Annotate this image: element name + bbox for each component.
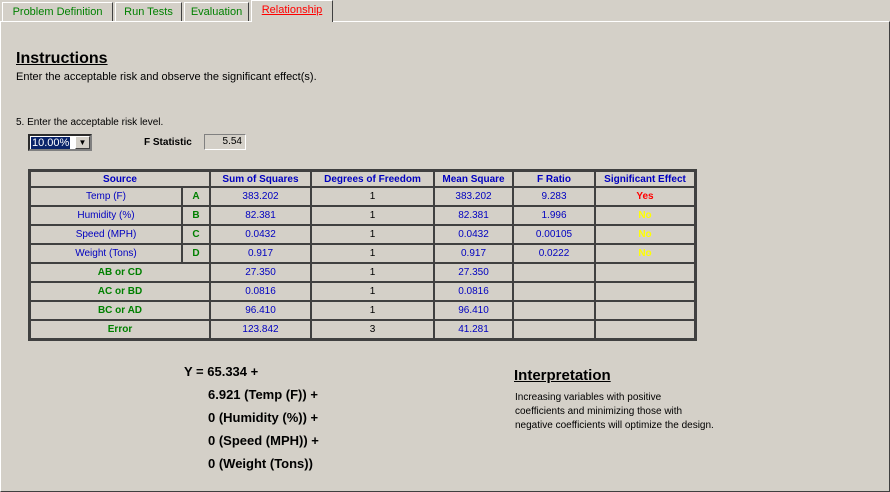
- row-f-ratio: 0.0222: [513, 244, 595, 263]
- row-df: 1: [311, 225, 434, 244]
- interpretation-text: Increasing variables with positive coeff…: [515, 391, 755, 433]
- tab-relationship[interactable]: Relationship: [251, 0, 333, 22]
- interpretation-line: coefficients and minimizing those with: [515, 406, 683, 417]
- risk-step-label: 5. Enter the acceptable risk level.: [16, 117, 164, 128]
- f-statistic-value: 5.54: [204, 134, 246, 150]
- row-df: 3: [311, 320, 434, 339]
- row-f-ratio: 0.00105: [513, 225, 595, 244]
- risk-level-value: 10.00%: [31, 137, 71, 149]
- row-ss: 123.842: [210, 320, 311, 339]
- row-df: 1: [311, 301, 434, 320]
- equation-line-intercept: Y = 65.334 +: [184, 364, 259, 379]
- header-f-ratio: F Ratio: [513, 171, 595, 187]
- header-mean-square: Mean Square: [434, 171, 513, 187]
- row-df: 1: [311, 263, 434, 282]
- anova-table: Source Sum of Squares Degrees of Freedom…: [28, 169, 697, 341]
- row-ms: 82.381: [434, 206, 513, 225]
- table-row: BC or AD 96.410 1 96.410: [30, 301, 695, 320]
- row-ms: 0.0432: [434, 225, 513, 244]
- f-statistic-label: F Statistic: [144, 137, 192, 148]
- interpretation-line: Increasing variables with positive: [515, 392, 662, 403]
- row-f-ratio: [513, 282, 595, 301]
- risk-level-dropdown[interactable]: 10.00% ▼: [28, 134, 92, 151]
- row-f-ratio: [513, 263, 595, 282]
- row-significant: No: [595, 206, 695, 225]
- header-significant-effect: Significant Effect: [595, 171, 695, 187]
- equation-line-humidity: 0 (Humidity (%)) +: [208, 410, 319, 425]
- row-significant: No: [595, 225, 695, 244]
- row-letter: C: [182, 225, 210, 244]
- tab-problem-definition[interactable]: Problem Definition: [2, 2, 113, 21]
- row-significant: [595, 301, 695, 320]
- row-source: Error: [30, 320, 210, 339]
- row-source: AC or BD: [30, 282, 210, 301]
- table-row: Temp (F) A 383.202 1 383.202 9.283 Yes: [30, 187, 695, 206]
- row-significant: [595, 282, 695, 301]
- row-df: 1: [311, 187, 434, 206]
- row-source: Speed (MPH): [30, 225, 182, 244]
- row-ss: 0.917: [210, 244, 311, 263]
- chevron-down-icon[interactable]: ▼: [75, 136, 90, 149]
- row-ss: 82.381: [210, 206, 311, 225]
- row-ss: 0.0816: [210, 282, 311, 301]
- row-ss: 383.202: [210, 187, 311, 206]
- row-letter: D: [182, 244, 210, 263]
- equation-line-temp: 6.921 (Temp (F)) +: [208, 387, 318, 402]
- row-ms: 383.202: [434, 187, 513, 206]
- table-row: Error 123.842 3 41.281: [30, 320, 695, 339]
- row-f-ratio: 1.996: [513, 206, 595, 225]
- row-ss: 27.350: [210, 263, 311, 282]
- tab-run-tests[interactable]: Run Tests: [115, 2, 182, 21]
- row-ms: 0.0816: [434, 282, 513, 301]
- row-f-ratio: 9.283: [513, 187, 595, 206]
- row-letter: B: [182, 206, 210, 225]
- row-source: Humidity (%): [30, 206, 182, 225]
- row-ms: 0.917: [434, 244, 513, 263]
- instructions-heading: Instructions: [16, 50, 108, 67]
- equation-line-speed: 0 (Speed (MPH)) +: [208, 433, 319, 448]
- row-source: AB or CD: [30, 263, 210, 282]
- row-source: BC or AD: [30, 301, 210, 320]
- row-source: Temp (F): [30, 187, 182, 206]
- row-ss: 96.410: [210, 301, 311, 320]
- row-ms: 41.281: [434, 320, 513, 339]
- row-ms: 27.350: [434, 263, 513, 282]
- row-significant: Yes: [595, 187, 695, 206]
- row-f-ratio: [513, 320, 595, 339]
- table-row: AB or CD 27.350 1 27.350: [30, 263, 695, 282]
- header-degrees-of-freedom: Degrees of Freedom: [311, 171, 434, 187]
- table-header-row: Source Sum of Squares Degrees of Freedom…: [30, 171, 695, 187]
- table-row: Weight (Tons) D 0.917 1 0.917 0.0222 No: [30, 244, 695, 263]
- interpretation-heading: Interpretation: [514, 367, 611, 384]
- equation-line-weight: 0 (Weight (Tons)): [208, 456, 313, 471]
- row-df: 1: [311, 244, 434, 263]
- row-ms: 96.410: [434, 301, 513, 320]
- row-ss: 0.0432: [210, 225, 311, 244]
- header-source: Source: [30, 171, 210, 187]
- instructions-text: Enter the acceptable risk and observe th…: [16, 71, 317, 83]
- row-df: 1: [311, 282, 434, 301]
- row-f-ratio: [513, 301, 595, 320]
- row-df: 1: [311, 206, 434, 225]
- table-row: AC or BD 0.0816 1 0.0816: [30, 282, 695, 301]
- row-significant: [595, 320, 695, 339]
- table-row: Humidity (%) B 82.381 1 82.381 1.996 No: [30, 206, 695, 225]
- table-row: Speed (MPH) C 0.0432 1 0.0432 0.00105 No: [30, 225, 695, 244]
- row-significant: [595, 263, 695, 282]
- interpretation-line: negative coefficients will optimize the …: [515, 420, 714, 431]
- row-source: Weight (Tons): [30, 244, 182, 263]
- row-letter: A: [182, 187, 210, 206]
- row-significant: No: [595, 244, 695, 263]
- header-sum-of-squares: Sum of Squares: [210, 171, 311, 187]
- tab-evaluation[interactable]: Evaluation: [184, 2, 249, 21]
